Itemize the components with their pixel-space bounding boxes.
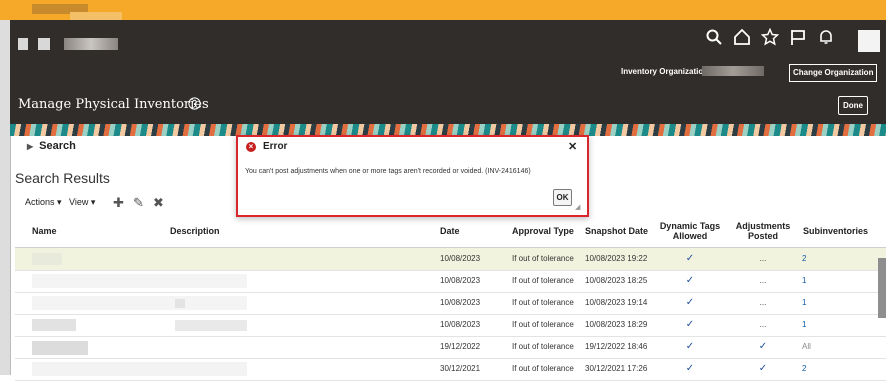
close-icon[interactable]: ✕ [568, 140, 577, 153]
adjustments-cell: ... [759, 298, 767, 307]
inventory-organization-label: Inventory Organizatio [621, 67, 704, 76]
view-menu[interactable]: View ▾ [69, 197, 95, 208]
snapshot-cell: 30/12/2021 17:26 [585, 364, 648, 373]
dynamic-tags-check-icon: ✓ [685, 253, 695, 264]
date-cell: 10/08/2023 [440, 254, 481, 263]
error-dialog-title: Error [263, 141, 288, 152]
adjustments-check-icon: ✓ [758, 341, 768, 352]
snapshot-cell: 10/08/2023 19:14 [585, 298, 648, 307]
snapshot-cell: 19/12/2022 18:46 [585, 342, 648, 351]
subinventories-link[interactable]: 2 [802, 358, 806, 380]
logo [38, 38, 50, 50]
change-organization-button[interactable]: Change Organization [789, 64, 878, 82]
search-section-toggle[interactable]: ▶ Search [27, 140, 76, 152]
delete-icon[interactable]: ✖ [153, 195, 164, 211]
redacted-name [32, 362, 247, 376]
search-icon[interactable] [705, 28, 723, 46]
table-row[interactable]: 10/08/2023 If out of tolerance 10/08/202… [15, 292, 886, 315]
subinventories-cell: All [802, 342, 811, 351]
dynamic-tags-check-icon: ✓ [685, 319, 695, 330]
approval-cell: If out of tolerance [512, 364, 574, 373]
edit-pencil-icon[interactable]: ✎ [133, 195, 144, 211]
snapshot-cell: 10/08/2023 19:22 [585, 254, 648, 263]
redacted-name [32, 296, 247, 310]
table-row[interactable]: 10/08/2023 If out of tolerance 10/08/202… [15, 314, 886, 337]
actions-menu[interactable]: Actions ▾ [25, 197, 62, 208]
subinventories-link[interactable]: 1 [802, 270, 806, 292]
add-icon[interactable]: ✚ [113, 195, 124, 211]
date-cell: 30/12/2021 [440, 364, 481, 373]
favorites-star-icon[interactable] [760, 27, 780, 46]
approval-cell: If out of tolerance [512, 298, 574, 307]
dynamic-tags-check-icon: ✓ [685, 275, 695, 286]
help-icon[interactable] [188, 97, 201, 110]
user-avatar[interactable] [858, 30, 880, 52]
column-header-adjustments-posted[interactable]: Adjustments Posted [730, 215, 796, 247]
adjustments-cell: ... [759, 320, 767, 329]
app-name-redacted [64, 38, 118, 50]
dynamic-tags-check-icon: ✓ [685, 363, 695, 374]
redacted-name [32, 274, 247, 288]
home-icon[interactable] [733, 28, 751, 46]
redacted-name [32, 253, 62, 265]
search-results-title: Search Results [15, 170, 110, 186]
redacted-description [175, 320, 247, 331]
notifications-bell-icon[interactable] [817, 28, 835, 46]
ok-button[interactable]: OK [553, 189, 572, 206]
app-header: Inventory Organizatio Change Organizatio… [10, 20, 886, 124]
page-title: Manage Physical Inventories [18, 97, 209, 112]
column-header-name[interactable]: Name [32, 215, 57, 247]
approval-cell: If out of tolerance [512, 320, 574, 329]
dynamic-tags-check-icon: ✓ [685, 297, 695, 308]
table-row[interactable]: 10/08/2023 If out of tolerance 10/08/202… [15, 270, 886, 293]
table-row[interactable]: 19/12/2022 If out of tolerance 19/12/202… [15, 336, 886, 359]
resize-grip-icon[interactable]: ◢ [575, 203, 580, 211]
column-header-snapshot-date[interactable]: Snapshot Date [585, 215, 648, 247]
error-dialog: × Error ✕ You can't post adjustments whe… [236, 135, 589, 217]
done-button[interactable]: Done [838, 96, 868, 115]
date-cell: 10/08/2023 [440, 320, 481, 329]
logo [18, 38, 28, 50]
redacted-name [32, 319, 76, 331]
date-cell: 10/08/2023 [440, 276, 481, 285]
column-header-dynamic-tags[interactable]: Dynamic Tags Allowed [655, 215, 725, 247]
column-header-approval-type[interactable]: Approval Type [512, 215, 574, 247]
approval-cell: If out of tolerance [512, 276, 574, 285]
adjustments-cell: ... [759, 254, 767, 263]
snapshot-cell: 10/08/2023 18:25 [585, 276, 648, 285]
top-banner [0, 0, 886, 20]
column-header-date[interactable]: Date [440, 215, 460, 247]
expand-triangle-icon: ▶ [27, 142, 34, 151]
adjustments-cell: ... [759, 276, 767, 285]
redacted-name [32, 341, 88, 355]
redacted-text [70, 12, 122, 20]
subinventories-link[interactable]: 1 [802, 314, 806, 336]
subinventories-link[interactable]: 2 [802, 248, 806, 270]
table-row[interactable]: 30/12/2021 If out of tolerance 30/12/202… [15, 358, 886, 381]
adjustments-check-icon: ✓ [758, 363, 768, 374]
physical-inventories-table: Name Description Date Approval Type Snap… [15, 215, 886, 381]
subinventories-link[interactable]: 1 [802, 292, 806, 314]
approval-cell: If out of tolerance [512, 342, 574, 351]
redacted-description [175, 299, 185, 308]
date-cell: 10/08/2023 [440, 298, 481, 307]
column-header-subinventories[interactable]: Subinventories [803, 215, 868, 247]
error-icon: × [246, 142, 256, 152]
organization-value-redacted [702, 66, 764, 76]
dynamic-tags-check-icon: ✓ [685, 341, 695, 352]
vertical-scrollbar[interactable] [878, 258, 886, 318]
error-message: You can't post adjustments when one or m… [245, 168, 531, 175]
snapshot-cell: 10/08/2023 18:29 [585, 320, 648, 329]
table-row[interactable]: 10/08/2023 If out of tolerance 10/08/202… [15, 248, 886, 271]
search-label: Search [39, 140, 76, 152]
approval-cell: If out of tolerance [512, 254, 574, 263]
column-header-description[interactable]: Description [170, 215, 220, 247]
flag-icon[interactable] [789, 28, 807, 46]
date-cell: 19/12/2022 [440, 342, 481, 351]
